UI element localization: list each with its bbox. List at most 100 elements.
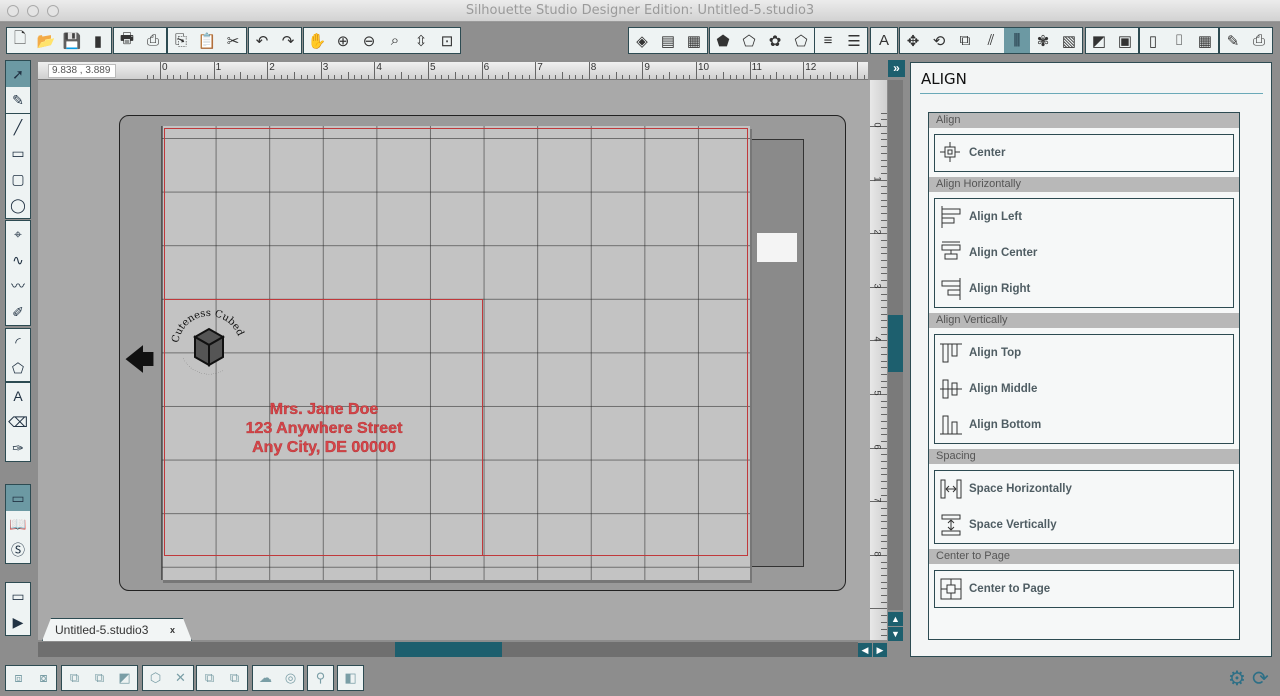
send-cut-button[interactable]: ⎙ [1246, 28, 1272, 53]
group-button[interactable]: ⧈ [6, 670, 31, 686]
space-vertical-button[interactable]: Space Vertically [935, 507, 1233, 543]
scroll-left-button[interactable]: ◀ [858, 643, 872, 657]
vertical-scroll-thumb[interactable] [888, 315, 903, 372]
settings-gear-icon[interactable]: ⚙ [1228, 666, 1246, 691]
make-compound-path-button[interactable]: ⧉ [62, 670, 87, 686]
smooth-freehand-button[interactable]: ✐ [6, 299, 30, 325]
minimize-window-button[interactable] [27, 5, 39, 17]
tab-close-icon[interactable]: x [170, 619, 175, 641]
weld-button[interactable]: ⬡ [143, 670, 168, 686]
align-center-button[interactable]: Align Center [935, 235, 1233, 271]
send-backward-button[interactable]: ⧉ [197, 670, 222, 686]
knife-cut-button[interactable]: ⚲ [308, 670, 333, 686]
line-style-dashes-button[interactable]: ☰ [841, 28, 867, 53]
release-compound-path-button[interactable]: ⧉ [87, 670, 112, 686]
zoom-drag-button[interactable]: ⇳ [408, 28, 434, 53]
copy-button[interactable]: ⎘ [168, 28, 194, 53]
center-to-page-button[interactable]: Center to Page [935, 571, 1233, 607]
edit-points-button[interactable]: ✎ [6, 87, 30, 113]
new-document-button[interactable]: 🗋 [7, 28, 33, 53]
modify-button[interactable]: ▧ [1056, 28, 1082, 53]
zoom-in-button[interactable]: ⊕ [330, 28, 356, 53]
ungroup-button[interactable]: ⧇ [31, 670, 56, 686]
save-button[interactable]: 💾 [59, 28, 85, 53]
store-button[interactable]: ▣ [1112, 28, 1138, 53]
trace-button[interactable]: ☁ [253, 670, 278, 686]
line-style-button[interactable]: ⬠ [736, 28, 762, 53]
silhouette-store-button[interactable]: Ⓢ [6, 537, 30, 563]
rounded-rectangle-tool-button[interactable]: ▢ [6, 166, 30, 192]
ellipse-tool-button[interactable]: ◯ [6, 192, 30, 218]
pan-hand-button[interactable]: ✋ [304, 28, 330, 53]
replicate-button[interactable]: ✾ [1030, 28, 1056, 53]
gradient-fill-button[interactable]: ▤ [655, 28, 681, 53]
line-color-button[interactable]: ⬟ [710, 28, 736, 53]
window-panel-button[interactable]: ▭ [6, 583, 30, 609]
rectangle-tool-button[interactable]: ▭ [6, 140, 30, 166]
page-setup-button[interactable]: ▯ [1140, 28, 1166, 53]
print-button[interactable]: 🖶 [114, 28, 140, 53]
align-right-button[interactable]: Align Right [935, 271, 1233, 307]
regular-polygon-tool-button[interactable]: ⬠ [6, 355, 30, 381]
text-style-button[interactable]: A [871, 28, 897, 53]
close-window-button[interactable] [7, 5, 19, 17]
document-tab[interactable]: Untitled-5.studio3 x [42, 618, 192, 641]
cut-button[interactable]: ✂ [220, 28, 246, 53]
grid-settings-button[interactable]: ▦ [1192, 28, 1218, 53]
cut-settings-button[interactable]: ✎ [1220, 28, 1246, 53]
bring-forward-button[interactable]: ⧉ [222, 670, 247, 686]
sketch-effect-button[interactable]: ✿ [762, 28, 788, 53]
design-area-button[interactable]: ▭ [6, 485, 30, 511]
delete-button[interactable]: ✕ [168, 670, 193, 686]
pattern-fill-button[interactable]: ▦ [681, 28, 707, 53]
play-button[interactable]: ▶ [6, 609, 30, 635]
fit-to-page-button[interactable]: ⊡ [434, 28, 460, 53]
eraser-tool-button[interactable]: ⌫ [6, 409, 30, 435]
knife-tool-button[interactable]: ✑ [6, 435, 30, 461]
align-top-button[interactable]: Align Top [935, 335, 1233, 371]
library-button[interactable]: ◩ [1086, 28, 1112, 53]
align-button[interactable]: ⫼ [1004, 28, 1030, 53]
select-pointer-button[interactable]: ➚ [6, 61, 30, 87]
rotate-button[interactable]: ⟲ [926, 28, 952, 53]
expand-panel-button[interactable]: » [888, 60, 905, 77]
scroll-right-button[interactable]: ▶ [873, 643, 887, 657]
scroll-down-button[interactable]: ▼ [888, 627, 903, 641]
open-folder-button[interactable]: 📂 [33, 28, 59, 53]
address-text[interactable]: Mrs. Jane Doe 123 Anywhere Street Any Ci… [204, 400, 444, 457]
offset-button[interactable]: ◎ [278, 670, 303, 686]
send-to-silhouette-button[interactable]: ⎙ [140, 28, 166, 53]
zoom-select-button[interactable]: ⌕ [382, 28, 408, 53]
zoom-window-button[interactable] [47, 5, 59, 17]
refresh-icon[interactable]: ⟳ [1252, 666, 1269, 691]
text-tool-button[interactable]: A [6, 383, 30, 409]
shadow-button[interactable]: ⬠ [788, 28, 814, 53]
registration-marks-button[interactable]: ⌷ [1166, 28, 1192, 53]
fill-color-button[interactable]: ◈ [629, 28, 655, 53]
scroll-up-button[interactable]: ▲ [888, 612, 903, 626]
scale-button[interactable]: ⧉ [952, 28, 978, 53]
freehand-tool-button[interactable]: 〰 [6, 273, 30, 299]
shear-button[interactable]: ⫽ [978, 28, 1004, 53]
cuteness-cubed-logo[interactable]: Cuteness Cubed · · · · · · · · · · · · ·… [168, 305, 250, 385]
paste-button[interactable]: 📋 [194, 28, 220, 53]
curve-tool-button[interactable]: ∿ [6, 247, 30, 273]
line-color-bars-button[interactable]: ≡ [815, 28, 841, 53]
save-to-sd-button[interactable]: ▮ [85, 28, 111, 53]
line-tool-button[interactable]: ╱ [6, 114, 30, 140]
arc-tool-button[interactable]: ◜ [6, 329, 30, 355]
align-middle-button[interactable]: Align Middle [935, 371, 1233, 407]
zoom-out-button[interactable]: ⊖ [356, 28, 382, 53]
align-bottom-button[interactable]: Align Bottom [935, 407, 1233, 443]
redo-button[interactable]: ↷ [275, 28, 301, 53]
library-book-button[interactable]: 📖 [6, 511, 30, 537]
move-button[interactable]: ✥ [900, 28, 926, 53]
undo-button[interactable]: ↶ [249, 28, 275, 53]
align-left-button[interactable]: Align Left [935, 199, 1233, 235]
polygon-tool-button[interactable]: ⌖ [6, 221, 30, 247]
align-center-both-button[interactable]: Center [935, 135, 1233, 171]
horizontal-scroll-thumb[interactable] [395, 642, 502, 657]
bring-to-front-button[interactable]: ◩ [112, 670, 137, 686]
duplicate-button[interactable]: ◧ [338, 670, 363, 686]
space-horizontal-button[interactable]: Space Horizontally [935, 471, 1233, 507]
